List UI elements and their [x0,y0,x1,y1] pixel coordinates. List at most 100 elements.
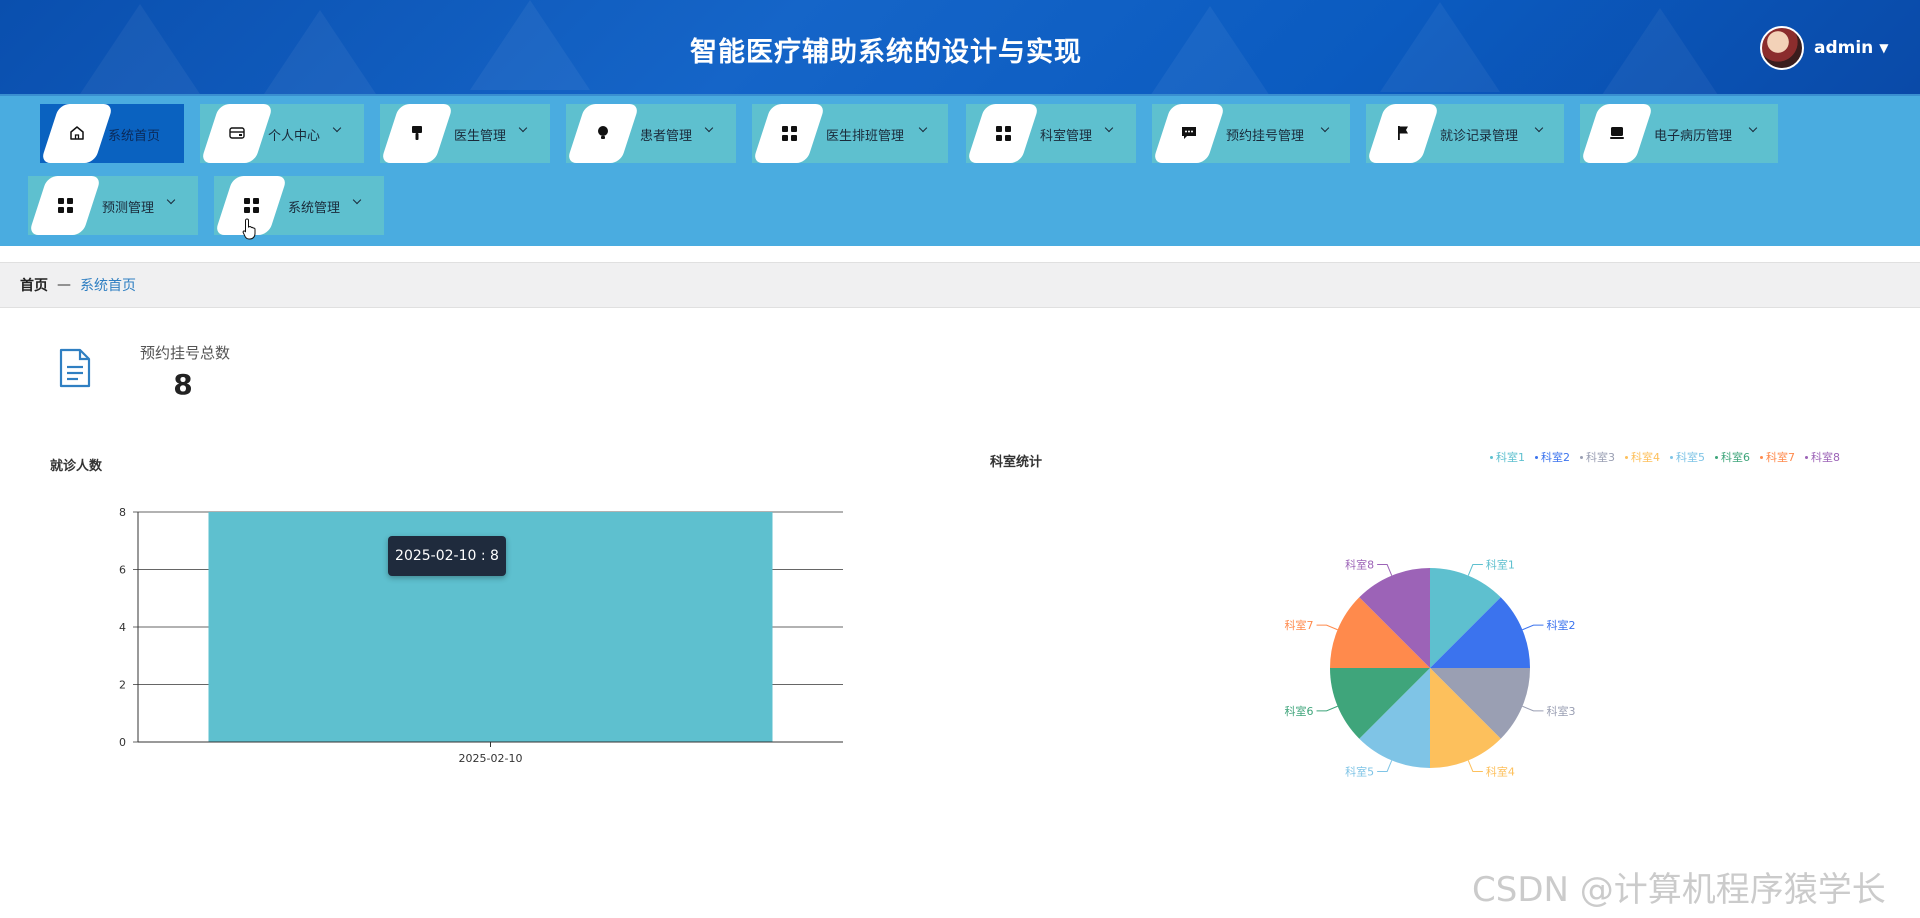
legend-label: 科室1 [1496,451,1525,464]
caret-down-icon[interactable]: ▼ [1879,41,1888,55]
stat-value: 8 [173,368,193,401]
chevron-down-icon [166,195,176,205]
nav-item-system-management[interactable]: 系统管理 [214,176,384,235]
top-header: 智能医疗辅助系统的设计与实现 admin ▼ [0,0,1920,94]
pie-label-line [1467,564,1483,576]
message-icon [1180,124,1198,142]
user-menu[interactable]: admin ▼ [1760,26,1889,70]
app-title: 智能医疗辅助系统的设计与实现 [690,37,1082,68]
hand-cursor-icon [242,218,256,240]
y-tick-label: 6 [119,564,126,577]
nav-label: 系统管理 [288,201,341,216]
nav-item-doctor-management[interactable]: 医生管理 [380,104,550,163]
pie-label-line [1316,624,1338,631]
legend-dot [1805,455,1808,459]
nav-item-prediction-management[interactable]: 预测管理 [28,176,198,235]
legend-label: 科室2 [1541,451,1570,464]
pie-label-line [1316,705,1338,712]
nav-label: 电子病历管理 [1654,129,1733,144]
nav-item-department-management[interactable]: 科室管理 [966,104,1136,163]
y-tick-label: 4 [119,621,126,634]
pie-label: 科室4 [1486,764,1515,778]
document-icon [59,348,91,388]
pie-label-line [1377,564,1393,576]
legend-dot [1760,455,1763,459]
y-tick-label: 2 [119,679,126,692]
legend-dot [1715,455,1718,459]
pie-label: 科室3 [1546,704,1575,718]
nav-label: 预约挂号管理 [1226,129,1305,144]
wallet-icon [228,124,246,142]
legend-label: 科室7 [1766,451,1795,464]
grid-icon [780,124,798,142]
nav-item-doctor-schedule[interactable]: 医生排班管理 [752,104,948,163]
legend-label: 科室6 [1721,451,1750,464]
nav-item-personal-center[interactable]: 个人中心 [200,104,364,163]
x-tick-label: 2025-02-10 [459,752,523,765]
nav-label: 医生排班管理 [826,129,905,144]
legend-item[interactable]: 科室4 [1625,449,1660,465]
legend-item[interactable]: 科室7 [1760,449,1795,465]
chevron-down-icon [1320,123,1330,133]
pie-label-line [1522,624,1544,631]
chevron-down-icon [352,195,362,205]
legend-dot [1625,455,1628,459]
pie-label: 科室7 [1285,618,1314,632]
legend-item[interactable]: 科室3 [1580,449,1615,465]
nav-label: 医生管理 [454,129,507,144]
nav-item-home[interactable]: 系统首页 [40,104,184,163]
pie-label: 科室6 [1285,704,1314,718]
legend-dot [1670,455,1673,459]
legend-label: 科室3 [1586,451,1615,464]
main-nav: 系统首页 个人中心 医生管理 患者管理 医生排班管理 科室管理 预约挂号管理 就… [0,94,1920,246]
legend-item[interactable]: 科室2 [1535,449,1570,465]
legend-label: 科室8 [1811,451,1840,464]
pie-label-line [1467,760,1483,772]
legend-item[interactable]: 科室5 [1670,449,1705,465]
legend-item[interactable]: 科室6 [1715,449,1750,465]
nav-label: 预测管理 [102,201,155,216]
nav-label: 患者管理 [640,129,693,144]
nav-item-appointment-management[interactable]: 预约挂号管理 [1152,104,1350,163]
nav-item-medical-records[interactable]: 电子病历管理 [1580,104,1778,163]
nav-item-patient-management[interactable]: 患者管理 [566,104,736,163]
appointment-total-card: 预约挂号总数 8 [40,332,300,412]
legend-dot [1535,455,1538,459]
username[interactable]: admin [1814,38,1873,58]
chevron-down-icon [1748,123,1758,133]
legend-dot [1580,455,1583,459]
home-icon [68,124,86,142]
grid-icon [242,196,260,214]
nav-label: 科室管理 [1040,129,1093,144]
grid-icon [56,196,74,214]
pie-legend: 科室1 科室2 科室3 科室4 科室5 科室6 科室7 科室8 [1490,449,1840,465]
breadcrumb-home[interactable]: 首页 [20,275,48,295]
chevron-down-icon [704,123,714,133]
legend-item[interactable]: 科室1 [1490,449,1525,465]
grid-icon [994,124,1012,142]
pie-label: 科室8 [1345,558,1374,572]
legend-label: 科室5 [1676,451,1705,464]
watermark: CSDN @计算机程序猿学长 [1472,870,1886,910]
nav-label: 就诊记录管理 [1440,129,1519,144]
nav-label: 个人中心 [268,129,321,144]
avatar[interactable] [1760,26,1804,70]
brush-icon [408,124,426,142]
chevron-down-icon [1534,123,1544,133]
pie-chart-title: 科室统计 [990,455,1043,470]
legend-item[interactable]: 科室8 [1805,449,1840,465]
nav-item-visit-records[interactable]: 就诊记录管理 [1366,104,1564,163]
nav-label: 系统首页 [108,129,161,144]
stat-label: 预约挂号总数 [140,344,231,362]
chevron-down-icon [332,123,342,133]
legend-label: 科室4 [1631,451,1660,464]
legend-dot [1490,455,1493,459]
department-pie-chart: 科室1 科室2 科室3 科室4 科室5 科室6 科室7 科室8 [1285,558,1576,779]
breadcrumb-separator: — [57,277,71,293]
breadcrumb: 首页 — 系统首页 [0,262,1920,308]
chevron-down-icon [518,123,528,133]
bar-chart-title: 就诊人数 [50,459,103,474]
y-tick-label: 0 [119,736,126,749]
pie-label: 科室1 [1486,558,1515,572]
breadcrumb-current: 系统首页 [80,278,136,294]
